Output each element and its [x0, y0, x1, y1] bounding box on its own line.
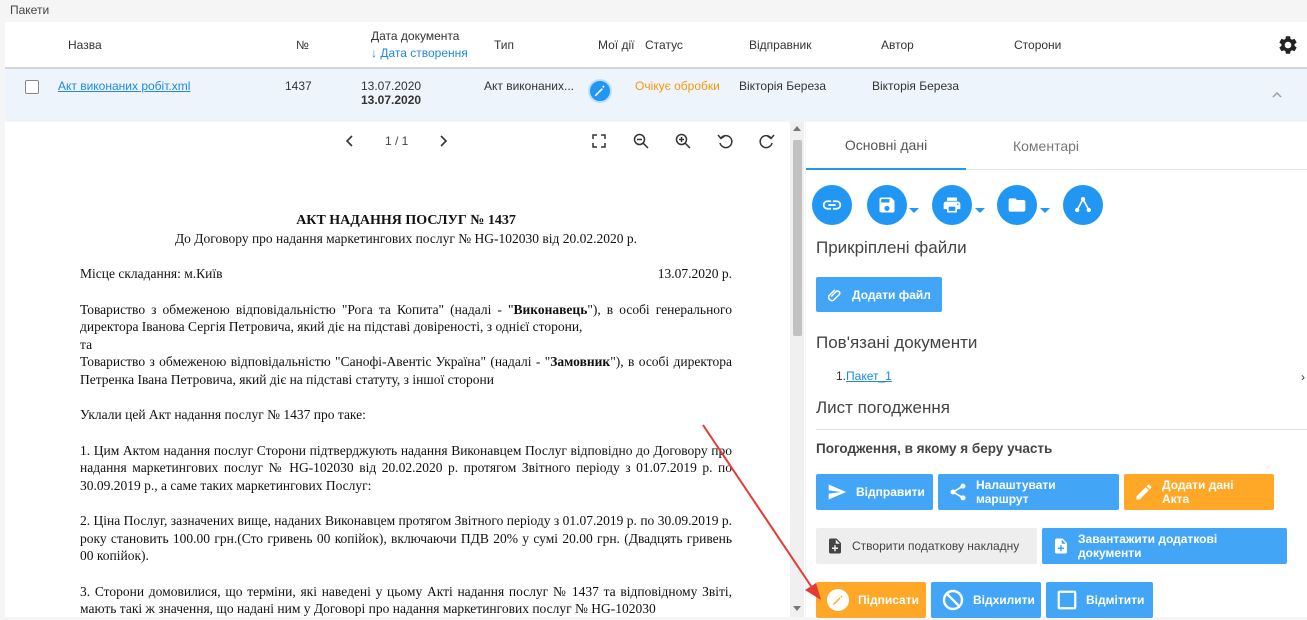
row-created-date: 13.07.2020 [361, 93, 422, 107]
details-tabs: Основні дані Коментарі [806, 122, 1307, 170]
doc-paragraph-1: 1. Цим Актом надання послуг Сторони підт… [80, 442, 732, 493]
chevron-left-icon[interactable] [341, 132, 359, 150]
col-header-created-date[interactable]: ↓ Дата створення [371, 45, 468, 62]
route-diagram-button[interactable] [1063, 185, 1103, 225]
app-root: Пакети Назва № Дата документа ↓ Дата ств… [0, 0, 1307, 620]
file-upload-icon [1055, 538, 1067, 554]
viewer-toolbar: 1 / 1 [5, 132, 791, 152]
tab-comments[interactable]: Коментарі [966, 122, 1126, 170]
file-add-icon [829, 538, 841, 554]
doc-place-date: Місце складання: м.Київ 13.07.2020 р. [80, 265, 732, 283]
add-file-button[interactable]: Додати файл [816, 277, 942, 312]
chevron-up-icon[interactable] [1271, 89, 1283, 101]
doc-place: Місце складання: м.Київ [80, 266, 223, 281]
reject-button[interactable]: Відхилити [931, 582, 1041, 618]
related-doc-chevron[interactable]: › [1301, 370, 1305, 384]
doc-date: 13.07.2020 р. [657, 266, 732, 281]
doc-title: АКТ НАДАННЯ ПОСЛУГ № 1437 [296, 213, 516, 228]
row-dates: 13.07.2020 13.07.2020 [361, 79, 421, 107]
details-panel: Основні дані Коментарі Прикріплені файли… [806, 122, 1307, 618]
checkbox-outline-icon [1057, 590, 1077, 610]
paperclip-icon [827, 288, 841, 301]
attached-files-title: Прикріплені файли [816, 238, 967, 257]
approval-divider [816, 429, 1307, 430]
save-button[interactable] [867, 185, 907, 225]
approval-sheet-title: Лист погодження [816, 398, 950, 417]
document-page: АКТ НАДАННЯ ПОСЛУГ № 1437 До Договору пр… [80, 212, 732, 617]
upload-additional-docs-button[interactable]: Завантажити додаткові документи [1042, 528, 1287, 564]
row-type: Акт виконаних... [484, 79, 574, 93]
zoom-out-icon[interactable] [632, 132, 650, 150]
row-file-name-link[interactable]: Акт виконаних робіт.xml [58, 79, 190, 93]
folder-icon [1008, 198, 1026, 212]
folder-button[interactable] [997, 185, 1037, 225]
col-header-my-actions[interactable]: Мої дії [598, 22, 634, 68]
link-icon [822, 200, 842, 210]
related-docs-title: Пов'язані документи [816, 333, 978, 352]
print-button[interactable] [932, 185, 972, 225]
approval-subtitle: Погодження, в якому я беру участь [816, 441, 1053, 456]
doc-paragraph-3: 3. Сторони домовилися, що терміни, які н… [80, 583, 732, 617]
doc-paragraph-2: 2. Ціна Послуг, зазначених вище, наданих… [80, 513, 732, 563]
col-header-doc-date[interactable]: Дата документа [371, 28, 459, 45]
send-button[interactable]: Відправити [816, 474, 933, 510]
doc-paragraph-contractor: Товариство з обмеженою відповідальністю … [80, 301, 733, 335]
share-icon [950, 483, 966, 501]
scroll-up-arrow[interactable] [793, 126, 801, 131]
pen-nib-icon [594, 85, 605, 97]
col-header-dates: Дата документа ↓ Дата створення [371, 22, 468, 68]
block-icon [942, 589, 964, 611]
doc-subtitle: До Договору про надання маркетингових по… [174, 230, 638, 246]
send-icon [828, 484, 847, 500]
col-header-type[interactable]: Тип [494, 22, 514, 68]
sign-action-button[interactable] [588, 79, 612, 103]
document-viewer: 1 / 1 АКТ НАДАННЯ ПОСЛУГ № 1437 До Догов… [5, 122, 805, 617]
fullscreen-icon[interactable] [590, 132, 608, 150]
related-doc-link[interactable]: Пакет_1 [846, 369, 892, 383]
zoom-in-icon[interactable] [674, 132, 692, 150]
breadcrumb[interactable]: Пакети [10, 3, 49, 17]
row-author: Вікторія Береза [872, 79, 960, 93]
col-header-sender[interactable]: Відправник [749, 22, 811, 68]
row-number: 1437 [285, 79, 312, 93]
configure-route-button[interactable]: Налаштувати маршрут [938, 474, 1119, 510]
doc-and: та [80, 336, 93, 352]
printer-icon [943, 197, 961, 213]
create-tax-invoice-button[interactable]: Створити податкову накладну [816, 528, 1037, 564]
doc-paragraph-intro: Уклали цей Акт надання послуг № 1437 про… [80, 407, 366, 422]
save-dropdown-caret[interactable] [909, 208, 919, 213]
sign-pen-icon [827, 589, 849, 611]
scroll-thumb[interactable] [793, 140, 802, 336]
settings-gear-icon[interactable] [1277, 34, 1299, 56]
row-status: Очікує обробки [635, 79, 720, 93]
doc-paragraph-customer: Товариство з обмеженою відповідальністю … [80, 354, 732, 387]
graph-nodes-icon [1075, 197, 1091, 213]
folder-dropdown-caret[interactable] [1040, 208, 1050, 213]
mark-button[interactable]: Відмітити [1046, 582, 1153, 618]
col-header-parties[interactable]: Сторони [1014, 22, 1061, 68]
save-icon [879, 197, 895, 213]
print-dropdown-caret[interactable] [975, 208, 985, 213]
row-sender: Вікторія Береза [739, 79, 827, 93]
page-indicator: 1 / 1 [385, 134, 409, 148]
sign-button[interactable]: Підписати [816, 582, 926, 618]
documents-table: Назва № Дата документа ↓ Дата створення … [5, 22, 1307, 121]
row-checkbox[interactable] [25, 80, 39, 94]
col-header-name[interactable]: Назва [68, 22, 102, 68]
col-header-number[interactable]: № [296, 22, 309, 68]
related-doc-item: 1.Пакет_1 [836, 369, 892, 383]
row-doc-date: 13.07.2020 [361, 79, 422, 93]
col-header-author[interactable]: Автор [881, 22, 914, 68]
rotate-left-icon[interactable] [716, 132, 734, 150]
scroll-down-arrow[interactable] [793, 606, 801, 611]
table-row[interactable]: Акт виконаних робіт.xml 1437 13.07.2020 … [5, 69, 1307, 121]
chevron-right-icon[interactable] [434, 132, 452, 150]
link-button[interactable] [812, 185, 852, 225]
col-header-status[interactable]: Статус [645, 22, 683, 68]
add-act-data-button[interactable]: Додати дані Акта [1124, 474, 1274, 510]
rotate-right-icon[interactable] [758, 132, 776, 150]
tab-main-data[interactable]: Основні дані [806, 122, 966, 170]
viewer-scrollbar[interactable] [790, 122, 804, 617]
pencil-icon [1136, 484, 1152, 500]
